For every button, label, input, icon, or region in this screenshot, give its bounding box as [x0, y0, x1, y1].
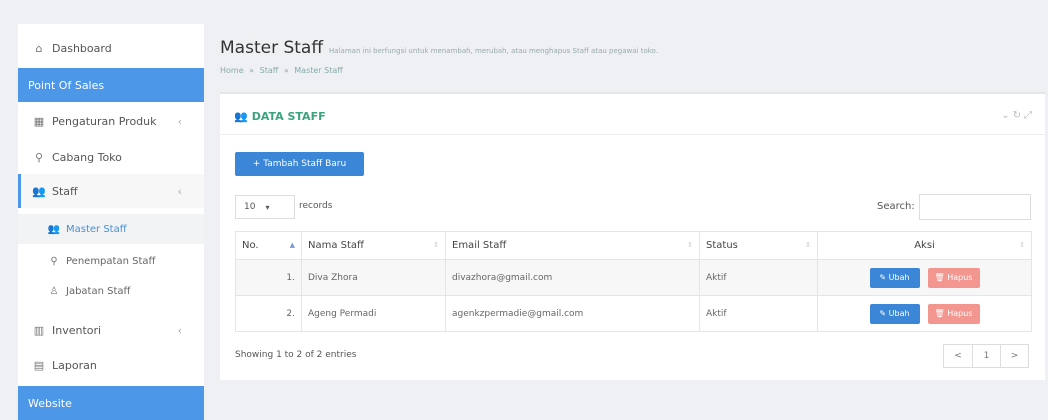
add-staff-button[interactable]: + Tambah Staff Baru — [235, 152, 364, 176]
cell-no: 2. — [235, 295, 302, 332]
collapse-icon[interactable]: ⌄ — [1001, 110, 1012, 121]
sidebar-item-label: Staff — [52, 184, 78, 198]
cell-actions: ✎ Ubah 🗑 Hapus — [817, 295, 1032, 332]
breadcrumb-home[interactable]: Home — [220, 66, 244, 75]
sidebar-section-label: Point Of Sales — [28, 78, 105, 92]
records-per-page-select[interactable]: 10 ▾ — [235, 195, 295, 219]
sidebar-item-staff[interactable]: 👥 Staff ‹ — [18, 174, 204, 208]
cell-name: Diva Zhora — [301, 259, 446, 296]
map-marker-icon: ⚲ — [34, 150, 44, 164]
chevron-left-icon: ‹ — [177, 323, 182, 337]
sidebar-item-label: Pengaturan Produk — [52, 114, 157, 128]
sidebar-item-pengaturan-produk[interactable]: ▦ Pengaturan Produk ‹ — [18, 104, 204, 138]
sidebar-item-cabang-toko[interactable]: ⚲ Cabang Toko — [18, 140, 204, 174]
column-header-nama-staff[interactable]: Nama Staff ⇕ — [301, 231, 446, 260]
sidebar-item-label: Cabang Toko — [52, 150, 122, 164]
sidebar-subitem-label: Jabatan Staff — [66, 285, 131, 297]
grid-icon: ▦ — [33, 114, 45, 128]
sidebar-subitem-jabatan-staff[interactable]: ♙ Jabatan Staff — [18, 276, 204, 306]
records-per-page-value: 10 — [244, 202, 256, 212]
breadcrumb: Home » Staff » Master Staff — [220, 66, 346, 75]
pagination: < 1 > — [943, 344, 1029, 368]
breadcrumb-separator: » — [283, 66, 289, 75]
page-subtitle: Halaman ini berfungsi untuk menambah, me… — [329, 47, 658, 55]
sidebar-item-label: Dashboard — [52, 41, 112, 55]
expand-icon[interactable]: ⤢ — [1024, 110, 1035, 121]
pagination-prev[interactable]: < — [944, 345, 972, 367]
pagination-next[interactable]: > — [1000, 345, 1028, 367]
table-info: Showing 1 to 2 of 2 entries — [235, 350, 357, 360]
sidebar-item-label: Laporan — [52, 358, 97, 372]
pagination-page-1[interactable]: 1 — [972, 345, 1000, 367]
data-staff-panel: 👥 DATA STAFF ⌄↻⤢ + Tambah Staff Baru 10 … — [220, 92, 1045, 380]
panel-tools: ⌄↻⤢ — [1001, 110, 1035, 121]
panel-divider — [220, 134, 1045, 135]
records-label: records — [299, 201, 333, 211]
panel-title-text: DATA STAFF — [251, 110, 326, 123]
cell-email: agenkzpermadie@gmail.com — [445, 295, 700, 332]
cell-status: Aktif — [699, 295, 818, 332]
sidebar: ⌂ Dashboard Point Of Sales ▦ Pengaturan … — [18, 24, 204, 420]
refresh-icon[interactable]: ↻ — [1013, 110, 1024, 121]
sort-icon: ⇕ — [805, 241, 811, 249]
sidebar-subitem-penempatan-staff[interactable]: ⚲ Penempatan Staff — [18, 246, 204, 276]
sidebar-subitem-master-staff[interactable]: 👥 Master Staff — [18, 214, 204, 244]
delete-button[interactable]: 🗑 Hapus — [927, 303, 980, 324]
cell-name: Ageng Permadi — [301, 295, 446, 332]
delete-button[interactable]: 🗑 Hapus — [927, 267, 980, 288]
panel-title: 👥 DATA STAFF — [234, 110, 326, 123]
column-header-label: Status — [706, 240, 738, 251]
cell-status: Aktif — [699, 259, 818, 296]
table-row: 1. Diva Zhora divazhora@gmail.com Aktif … — [235, 259, 1032, 296]
sidebar-item-dashboard[interactable]: ⌂ Dashboard — [18, 31, 204, 65]
sort-icon: ⇕ — [687, 241, 693, 249]
chevron-left-icon: ‹ — [177, 114, 182, 128]
sort-icon: ⇕ — [1019, 241, 1025, 249]
map-marker-icon: ⚲ — [50, 255, 58, 267]
column-header-label: Aksi — [914, 240, 935, 251]
chevron-left-icon: ‹ — [177, 184, 182, 198]
sidebar-item-label: Inventori — [52, 323, 102, 337]
sort-icon: ⇕ — [433, 241, 439, 249]
sort-asc-icon: ▲ — [289, 241, 295, 249]
column-header-aksi[interactable]: Aksi ⇕ — [817, 231, 1032, 260]
page-header: Master Staff Halaman ini berfungsi untuk… — [220, 38, 658, 58]
file-icon: ▤ — [33, 358, 45, 372]
column-header-email-staff[interactable]: Email Staff ⇕ — [445, 231, 700, 260]
column-header-status[interactable]: Status ⇕ — [699, 231, 818, 260]
table-header-row: No. ▲ Nama Staff ⇕ Email Staff ⇕ Status ⇕ Ak… — [235, 231, 1032, 260]
cell-email: divazhora@gmail.com — [445, 259, 700, 296]
column-header-label: Email Staff — [452, 240, 507, 251]
column-header-no[interactable]: No. ▲ — [235, 231, 302, 260]
search-label: Search: — [877, 201, 915, 212]
sidebar-item-laporan[interactable]: ▤ Laporan — [18, 348, 204, 382]
sidebar-section-point-of-sales[interactable]: Point Of Sales — [18, 68, 204, 102]
edit-button[interactable]: ✎ Ubah — [869, 267, 920, 288]
sidebar-section-label: Website — [28, 396, 72, 410]
table-row: 2. Ageng Permadi agenkzpermadie@gmail.co… — [235, 295, 1032, 332]
breadcrumb-staff[interactable]: Staff — [260, 66, 279, 75]
sidebar-section-website[interactable]: Website — [18, 386, 204, 420]
users-icon: 👥 — [234, 110, 248, 123]
column-header-label: No. — [242, 240, 259, 251]
sidebar-item-inventori[interactable]: ▥ Inventori ‹ — [18, 313, 204, 347]
page-title: Master Staff — [220, 38, 324, 58]
users-icon: 👥 — [32, 184, 46, 198]
cell-actions: ✎ Ubah 🗑 Hapus — [817, 259, 1032, 296]
column-header-label: Nama Staff — [308, 240, 364, 251]
building-icon: ▥ — [33, 323, 45, 337]
edit-button[interactable]: ✎ Ubah — [869, 303, 920, 324]
sidebar-subitem-label: Master Staff — [66, 223, 127, 235]
caret-down-icon: ▾ — [265, 202, 270, 212]
sitemap-icon: ♙ — [49, 285, 59, 297]
users-icon: 👥 — [47, 223, 61, 235]
breadcrumb-separator: » — [249, 66, 255, 75]
home-icon: ⌂ — [35, 41, 43, 55]
sidebar-subitem-label: Penempatan Staff — [66, 255, 156, 267]
search-input[interactable] — [919, 194, 1031, 220]
breadcrumb-current: Master Staff — [294, 66, 343, 75]
cell-no: 1. — [235, 259, 302, 296]
staff-table: No. ▲ Nama Staff ⇕ Email Staff ⇕ Status ⇕ Ak… — [235, 231, 1032, 332]
